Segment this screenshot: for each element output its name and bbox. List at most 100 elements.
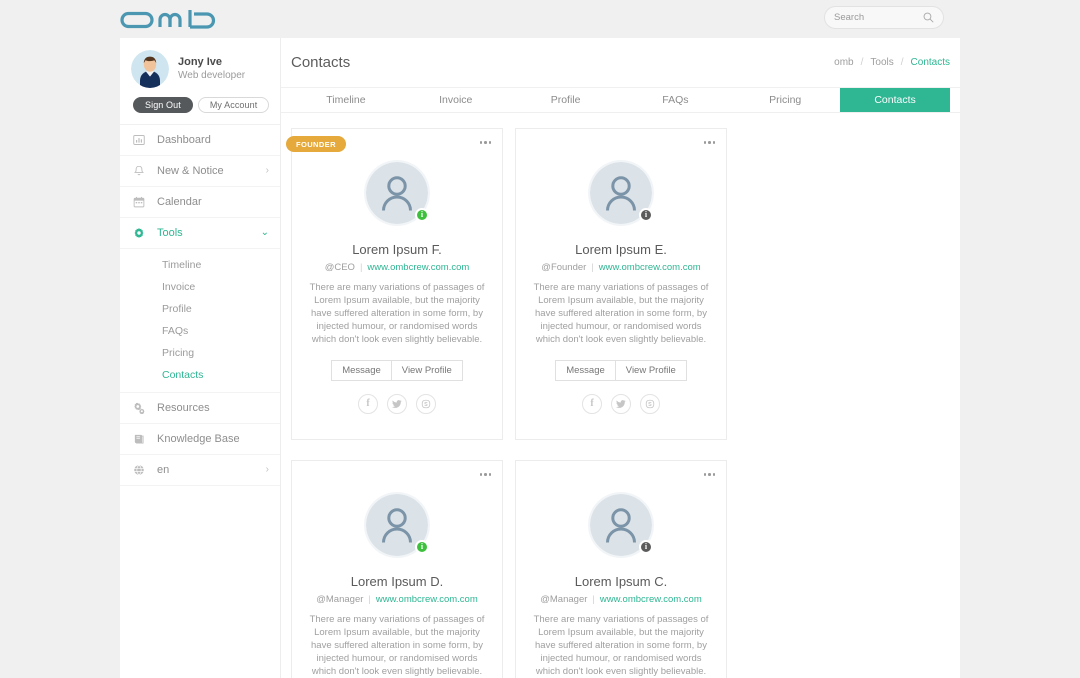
- breadcrumb-mid[interactable]: Tools: [870, 57, 893, 68]
- avatar: [131, 50, 169, 88]
- sidebar-item-label: Tools: [157, 227, 183, 239]
- sidebar-item-label: Calendar: [157, 196, 202, 208]
- sidebar-item-knowledge-base[interactable]: Knowledge Base: [120, 424, 280, 455]
- contact-website-link[interactable]: www.ombcrew.com.com: [600, 594, 702, 605]
- contact-handle-row: @Manager | www.ombcrew.com.com: [540, 594, 702, 605]
- sidebar-item-tools[interactable]: Tools ⌄: [120, 218, 280, 249]
- card-action-buttons: Message View Profile: [331, 360, 463, 381]
- breadcrumb-separator: /: [860, 57, 864, 68]
- contact-name: Lorem Ipsum F.: [352, 242, 442, 257]
- tab-bar: Timeline Invoice Profile FAQs Pricing Co…: [281, 88, 960, 113]
- contact-role-handle: @Manager: [540, 594, 588, 605]
- gear-icon: [133, 227, 147, 239]
- chevron-down-icon: ⌄: [260, 227, 269, 238]
- contact-handle-row: @Founder | www.ombcrew.com.com: [541, 262, 700, 273]
- top-bar: [0, 0, 1080, 38]
- contact-card-grid: FOUNDER i Lorem Ipsum F. @CEO | www.ombc…: [281, 113, 960, 678]
- handle-separator: |: [592, 594, 595, 605]
- profile-role: Web developer: [178, 70, 246, 81]
- sidebar-subitem-label: Pricing: [162, 347, 195, 359]
- contact-website-link[interactable]: www.ombcrew.com.com: [367, 262, 469, 273]
- profile-name: Jony Ive: [178, 56, 223, 68]
- contact-handle-row: @Manager | www.ombcrew.com.com: [316, 594, 478, 605]
- view-profile-button[interactable]: View Profile: [391, 360, 463, 381]
- content-header: Contacts omb / Tools / Contacts: [281, 38, 960, 88]
- message-button[interactable]: Message: [331, 360, 392, 381]
- contact-avatar: i: [366, 162, 429, 224]
- tab-faqs[interactable]: FAQs: [620, 88, 730, 112]
- sidebar-item-calendar[interactable]: Calendar: [120, 187, 280, 218]
- dashboard-icon: [133, 134, 147, 146]
- search-box[interactable]: [824, 6, 944, 29]
- page-layout: Jony Ive Web developer Sign Out My Accou…: [120, 38, 960, 678]
- sidebar-item-new-and-notice[interactable]: New & Notice ›: [120, 156, 280, 187]
- status-badge: i: [415, 208, 429, 222]
- handle-separator: |: [368, 594, 371, 605]
- twitter-icon[interactable]: [387, 394, 407, 414]
- facebook-icon[interactable]: f: [582, 394, 602, 414]
- sidebar-subitem-label: Invoice: [162, 281, 196, 293]
- sidebar-subitem-pricing[interactable]: Pricing: [120, 342, 280, 364]
- card-menu-button[interactable]: [703, 141, 715, 144]
- contact-description: There are many variations of passages of…: [309, 614, 485, 677]
- card-action-buttons: Message View Profile: [555, 360, 687, 381]
- tab-contacts[interactable]: Contacts: [840, 88, 950, 112]
- contact-website-link[interactable]: www.ombcrew.com.com: [376, 594, 478, 605]
- status-badge: i: [639, 208, 653, 222]
- chevron-right-icon: ›: [265, 464, 269, 475]
- contact-avatar: i: [590, 162, 653, 224]
- contact-card: i Lorem Ipsum C. @Manager | www.ombcrew.…: [515, 460, 727, 678]
- chevron-right-icon: ›: [265, 165, 269, 176]
- breadcrumb-root[interactable]: omb: [834, 57, 853, 68]
- social-links: f: [358, 394, 436, 414]
- message-button[interactable]: Message: [555, 360, 616, 381]
- skype-icon[interactable]: [416, 394, 436, 414]
- sidebar-item-label: New & Notice: [157, 165, 224, 177]
- facebook-icon[interactable]: f: [358, 394, 378, 414]
- page-title: Contacts: [291, 54, 351, 71]
- tab-pricing[interactable]: Pricing: [730, 88, 840, 112]
- twitter-icon[interactable]: [611, 394, 631, 414]
- contact-card: FOUNDER i Lorem Ipsum F. @CEO | www.ombc…: [286, 128, 503, 440]
- my-account-button[interactable]: My Account: [197, 97, 270, 113]
- sidebar-subitem-profile[interactable]: Profile: [120, 298, 280, 320]
- sidebar-subitem-invoice[interactable]: Invoice: [120, 276, 280, 298]
- contact-card: i Lorem Ipsum D. @Manager | www.ombcrew.…: [291, 460, 503, 678]
- bell-icon: [133, 165, 147, 177]
- sidebar-subitem-faqs[interactable]: FAQs: [120, 320, 280, 342]
- contact-name: Lorem Ipsum C.: [574, 574, 668, 589]
- card-menu-button[interactable]: [479, 473, 491, 476]
- sidebar-subitem-timeline[interactable]: Timeline: [120, 254, 280, 276]
- contact-website-link[interactable]: www.ombcrew.com.com: [599, 262, 701, 273]
- sidebar-nav: Dashboard New & Notice › Calendar Tools …: [120, 124, 280, 486]
- sidebar-subitem-label: FAQs: [162, 325, 189, 337]
- status-badge: i: [415, 540, 429, 554]
- skype-icon[interactable]: [640, 394, 660, 414]
- social-links: f: [582, 394, 660, 414]
- tab-invoice[interactable]: Invoice: [401, 88, 511, 112]
- book-icon: [133, 433, 147, 445]
- sidebar-subitem-label: Contacts: [162, 369, 204, 381]
- contact-description: There are many variations of passages of…: [533, 282, 709, 345]
- contact-avatar: i: [590, 494, 653, 556]
- sidebar-subitem-label: Profile: [162, 303, 192, 315]
- tab-timeline[interactable]: Timeline: [291, 88, 401, 112]
- search-input[interactable]: [834, 12, 922, 23]
- sign-out-button[interactable]: Sign Out: [133, 97, 193, 113]
- contact-avatar: i: [366, 494, 429, 556]
- app-logo[interactable]: [120, 7, 242, 31]
- tab-profile[interactable]: Profile: [511, 88, 621, 112]
- gears-icon: [133, 402, 147, 414]
- globe-icon: [133, 464, 147, 476]
- sidebar-item-resources[interactable]: Resources: [120, 393, 280, 424]
- contact-card: i Lorem Ipsum E. @Founder | www.ombcrew.…: [515, 128, 727, 440]
- card-menu-button[interactable]: [479, 141, 491, 144]
- view-profile-button[interactable]: View Profile: [615, 360, 687, 381]
- sidebar-item-dashboard[interactable]: Dashboard: [120, 125, 280, 156]
- breadcrumb-current[interactable]: Contacts: [911, 57, 950, 68]
- sidebar-subitem-contacts[interactable]: Contacts: [120, 364, 280, 386]
- calendar-icon: [133, 196, 147, 208]
- sidebar-item-language[interactable]: en ›: [120, 455, 280, 486]
- card-menu-button[interactable]: [703, 473, 715, 476]
- contact-handle-row: @CEO | www.ombcrew.com.com: [325, 262, 470, 273]
